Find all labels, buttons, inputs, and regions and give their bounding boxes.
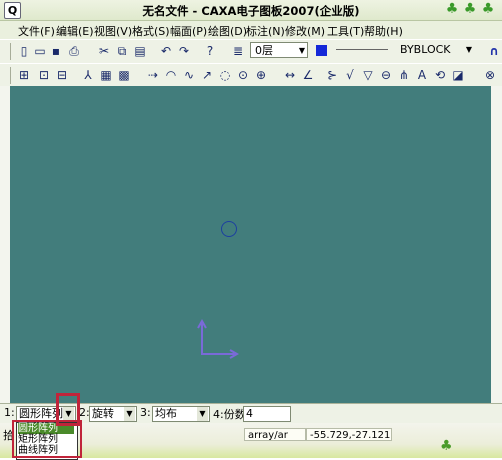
field4-label: 4:份数 [213, 408, 246, 421]
zoom-window-icon[interactable]: ⊞ [16, 67, 32, 83]
color-swatch[interactable] [316, 45, 327, 56]
ellipse-icon[interactable]: ⊙ [235, 67, 251, 83]
clover-icon: ♣ [463, 1, 477, 17]
redo-icon[interactable]: ↷ [176, 43, 192, 59]
distribution-select[interactable]: 均布 ▼ [152, 406, 210, 422]
line-icon[interactable]: ⇢ [145, 67, 161, 83]
ucs-axis-icon [197, 318, 240, 359]
save-icon[interactable]: ▪ [48, 43, 64, 59]
weld-icon[interactable]: ⋔ [396, 67, 412, 83]
text-icon[interactable]: A [414, 67, 430, 83]
open-folder-icon[interactable]: ▭ [32, 43, 48, 59]
menu-dimension[interactable]: 标注(N) [246, 23, 285, 39]
ray-icon[interactable]: ↗ [199, 67, 215, 83]
print-icon[interactable]: ⎙ [66, 43, 82, 59]
dimension-icon[interactable]: ↔ [282, 67, 298, 83]
arc-icon[interactable]: ◠ [163, 67, 179, 83]
angle-dimension-icon[interactable]: ∠ [300, 67, 316, 83]
linetype-select[interactable]: BYBLOCK ▼ [334, 42, 474, 58]
menu-edit[interactable]: 编辑(E) [56, 23, 94, 39]
balloon-icon[interactable]: ⟲ [432, 67, 448, 83]
coordinate-readout: -55.729,-27.121 [306, 428, 392, 441]
undo-icon[interactable]: ↶ [158, 43, 174, 59]
chevron-down-icon: ▼ [298, 46, 305, 55]
hatch-icon[interactable]: ⊕ [253, 67, 269, 83]
command-name-field: array/ar [244, 428, 306, 441]
field1-label: 1: [4, 406, 15, 419]
chevron-down-icon[interactable]: ▼ [124, 407, 135, 421]
menu-modify[interactable]: 修改(M) [285, 23, 325, 39]
grass-decoration-icon: ♣ [440, 438, 453, 454]
new-file-icon[interactable]: ▯ [16, 43, 32, 59]
magnet-icon[interactable]: ∩ [486, 43, 502, 59]
menu-view[interactable]: 视图(V) [94, 23, 132, 39]
circle-tool-icon[interactable]: ◌ [217, 67, 233, 83]
window-title: 无名文件 - CAXA电子图板2007(企业版) [142, 4, 360, 18]
roughness-icon[interactable]: √ [342, 67, 358, 83]
chevron-down-icon: ▼ [465, 45, 472, 54]
zoom-icon[interactable]: ⊗ [482, 67, 498, 83]
zoom-extent-icon[interactable]: ⊟ [54, 67, 70, 83]
layer-select[interactable]: 0层 ▼ [250, 42, 308, 58]
paste-icon[interactable]: ▤ [132, 43, 148, 59]
count-value: 4 [246, 407, 253, 420]
spline-icon[interactable]: ∿ [181, 67, 197, 83]
copy-icon[interactable]: ⧉ [114, 43, 130, 59]
layer-icon[interactable]: ≣ [230, 43, 246, 59]
circle-shape[interactable] [221, 221, 237, 237]
menu-tools[interactable]: 工具(T) [327, 23, 364, 39]
menu-draw[interactable]: 绘图(D) [208, 23, 247, 39]
measure-icon[interactable]: ▩ [116, 67, 132, 83]
chevron-down-icon[interactable]: ▼ [197, 407, 208, 421]
menu-help[interactable]: 帮助(H) [364, 23, 403, 39]
linetype-value: BYBLOCK [400, 43, 451, 56]
cut-icon[interactable]: ✂ [96, 43, 112, 59]
menu-file[interactable]: 文件(F) [18, 23, 55, 39]
count-input[interactable]: 4 [243, 406, 291, 422]
left-ruler [0, 86, 10, 403]
help-icon[interactable]: ? [202, 43, 218, 59]
menu-sheet[interactable]: 幅面(P) [170, 23, 207, 39]
field3-label: 3: [140, 406, 151, 419]
zoom-all-icon[interactable]: ⊡ [36, 67, 52, 83]
clover-icon: ♣ [481, 1, 495, 17]
distribution-value: 均布 [155, 407, 177, 420]
clover-icon: ♣ [445, 1, 459, 17]
drawing-canvas[interactable] [10, 86, 491, 403]
rotate-select[interactable]: 旋转 ▼ [89, 406, 137, 422]
coordinate-icon[interactable]: ⅄ [80, 67, 96, 83]
edit-icon[interactable]: ◪ [450, 67, 466, 83]
datum-icon[interactable]: ▽ [360, 67, 376, 83]
dropdown-list-highlight [12, 420, 82, 458]
rotate-value: 旋转 [92, 407, 114, 420]
leader-icon[interactable]: ⊱ [324, 67, 340, 83]
tolerance-icon[interactable]: ⊖ [378, 67, 394, 83]
table-icon[interactable]: ▦ [98, 67, 114, 83]
right-panel [491, 86, 502, 403]
menu-format[interactable]: 格式(S) [132, 23, 170, 39]
layer-value: 0层 [255, 44, 273, 57]
